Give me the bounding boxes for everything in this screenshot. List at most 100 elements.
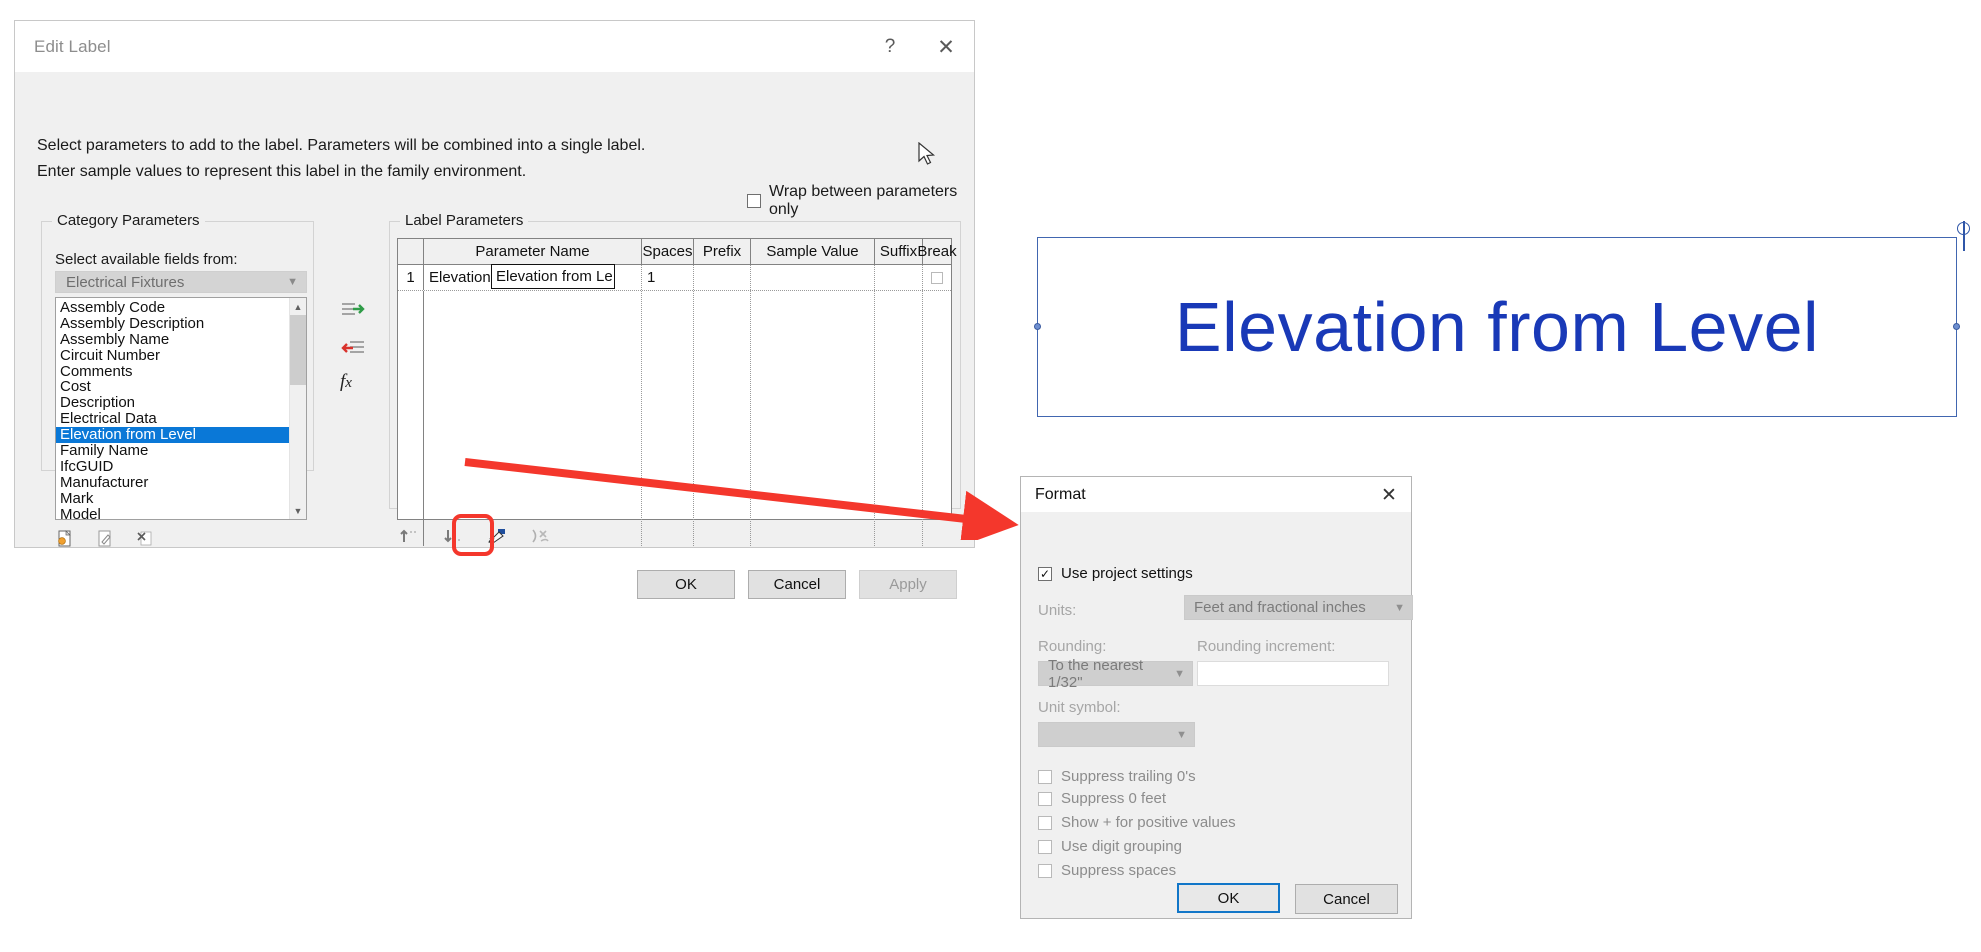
rounding-combo[interactable]: To the nearest 1/32" ▼ — [1038, 657, 1193, 691]
list-item[interactable]: Manufacturer — [56, 474, 289, 491]
cell-break-checkbox[interactable] — [923, 265, 951, 290]
fx-formula-icon[interactable]: fx — [340, 371, 352, 393]
format-option-label: Suppress trailing 0's — [1061, 768, 1196, 785]
category-combo[interactable]: Electrical Fixtures ▼ — [55, 271, 307, 293]
list-item[interactable]: Circuit Number — [56, 347, 289, 364]
format-dialog: Format ✕ ✓ Use project settings Units: F… — [1020, 476, 1413, 919]
wrap-between-parameters-checkbox[interactable]: Wrap between parameters only — [747, 183, 974, 219]
edit-label-title: Edit Label — [34, 36, 111, 56]
check-mark-icon: ✓ — [1039, 566, 1051, 581]
close-icon[interactable]: ✕ — [1367, 477, 1411, 513]
delete-parameter-icon[interactable] — [135, 528, 156, 549]
rounding-label: Rounding: — [1038, 638, 1107, 655]
use-project-settings-checkbox[interactable]: ✓ Use project settings — [1038, 565, 1193, 582]
use-project-settings-label: Use project settings — [1061, 565, 1193, 582]
list-item[interactable]: Elevation from Level — [56, 427, 289, 444]
scroll-down-icon[interactable]: ▼ — [290, 502, 306, 519]
cancel-button[interactable]: Cancel — [748, 570, 846, 599]
category-combo-value: Electrical Fixtures — [66, 273, 185, 291]
available-fields-items: Assembly Code Assembly Description Assembl… — [56, 298, 289, 519]
format-option-label: Use digit grouping — [1061, 838, 1182, 855]
sample-value-edit-cell[interactable]: Elevation from Le — [491, 264, 615, 289]
listbox-scrollbar[interactable]: ▲ ▼ — [289, 298, 306, 519]
add-parameter-to-label-icon[interactable] — [340, 298, 366, 324]
checkbox-box — [747, 194, 761, 208]
instruction-line-1: Select parameters to add to the label. P… — [37, 137, 646, 154]
format-option-checkbox[interactable]: Suppress trailing 0's — [1038, 768, 1196, 785]
column-header-spaces: Spaces — [642, 239, 694, 264]
list-item[interactable]: Electrical Data — [56, 411, 289, 427]
list-item[interactable]: Assembly Name — [56, 331, 289, 348]
units-combo[interactable]: Feet and fractional inches ▼ — [1184, 595, 1413, 620]
cell-sample-value[interactable] — [751, 265, 875, 290]
list-item[interactable]: Cost — [56, 379, 289, 395]
chevron-down-icon: ▼ — [287, 276, 298, 288]
edit-parameter-icon[interactable] — [95, 528, 116, 549]
ok-button[interactable]: OK — [637, 570, 735, 599]
cell-index: 1 — [398, 265, 424, 290]
edit-label-dialog: Edit Label ? ✕ Select parameters to add … — [14, 20, 975, 599]
list-item[interactable]: Assembly Code — [56, 300, 289, 316]
cell-suffix[interactable] — [875, 265, 923, 290]
label-parameters-legend: Label Parameters — [400, 212, 529, 229]
list-item[interactable]: Mark — [56, 490, 289, 507]
resize-grip-left[interactable] — [1034, 323, 1041, 330]
new-parameter-icon[interactable] — [55, 528, 76, 549]
remove-parameter-from-label-icon[interactable] — [340, 337, 366, 363]
format-option-label: Suppress spaces — [1061, 862, 1177, 879]
list-item[interactable]: Model — [56, 506, 289, 519]
format-cancel-button[interactable]: Cancel — [1295, 884, 1398, 914]
cell-prefix[interactable] — [694, 265, 751, 290]
format-titlebar: Format ✕ — [1021, 477, 1411, 513]
group-parameters-icon[interactable] — [530, 525, 552, 547]
help-icon[interactable]: ? — [862, 21, 918, 73]
unit-symbol-combo[interactable]: ▼ — [1038, 722, 1195, 747]
unit-symbol-label: Unit symbol: — [1038, 699, 1121, 716]
label-parameters-table[interactable]: Parameter Name Spaces Prefix Sample Valu… — [397, 238, 957, 546]
table-row[interactable]: 1 Elevation from Level 1 — [398, 265, 951, 291]
format-option-checkbox[interactable]: Suppress 0 feet — [1038, 790, 1166, 807]
category-parameters-legend: Category Parameters — [52, 212, 205, 229]
format-dialog-title: Format — [1035, 485, 1086, 503]
available-fields-listbox[interactable]: Assembly Code Assembly Description Assembl… — [55, 297, 307, 520]
screen-root: Edit Label ? ✕ Select parameters to add … — [0, 0, 1981, 952]
transfer-buttons — [340, 298, 366, 376]
format-option-checkbox[interactable]: Show + for positive values — [1038, 814, 1236, 831]
column-header-sample-value: Sample Value — [751, 239, 875, 264]
format-option-label: Suppress 0 feet — [1061, 790, 1167, 807]
table-empty-area — [398, 265, 951, 546]
instruction-line-2: Enter sample values to represent this la… — [37, 163, 527, 180]
chevron-down-icon: ▼ — [1176, 728, 1187, 741]
checkbox-box — [1038, 863, 1052, 878]
cell-spaces[interactable]: 1 — [642, 265, 694, 290]
checkbox-box — [1038, 769, 1052, 784]
column-header-break: Break — [917, 243, 957, 260]
select-fields-label: Select available fields from: — [55, 251, 238, 268]
rounding-increment-input[interactable] — [1197, 661, 1389, 686]
format-ok-button[interactable]: OK — [1177, 883, 1280, 913]
move-up-icon[interactable] — [398, 525, 420, 547]
format-option-checkbox[interactable]: Suppress spaces — [1038, 862, 1176, 879]
list-item[interactable]: Family Name — [56, 443, 289, 459]
format-option-label: Show + for positive values — [1061, 814, 1236, 831]
resize-grip-right[interactable] — [1953, 323, 1960, 330]
rotate-handle-icon[interactable] — [1957, 222, 1970, 235]
close-icon[interactable]: ✕ — [918, 21, 974, 73]
chevron-down-icon: ▼ — [1394, 601, 1405, 614]
scroll-thumb[interactable] — [290, 315, 306, 385]
column-header-prefix: Prefix — [694, 239, 751, 264]
format-option-checkbox[interactable]: Use digit grouping — [1038, 838, 1182, 855]
canvas-label-text: Elevation from Level — [1174, 288, 1820, 366]
list-item[interactable]: Comments — [56, 363, 289, 380]
checkbox-box — [1038, 791, 1052, 806]
titlebar-buttons: ? ✕ — [862, 21, 974, 73]
scroll-up-icon[interactable]: ▲ — [290, 298, 306, 315]
list-item[interactable]: IfcGUID — [56, 459, 289, 475]
checkbox-box — [931, 271, 943, 284]
mouse-cursor-icon — [918, 142, 936, 165]
checkbox-box: ✓ — [1038, 566, 1052, 581]
list-item[interactable]: Assembly Description — [56, 315, 289, 332]
toolbar-highlight-box — [452, 514, 494, 556]
canvas-label-selection[interactable]: Elevation from Level — [1034, 221, 1970, 417]
list-item[interactable]: Description — [56, 395, 289, 411]
